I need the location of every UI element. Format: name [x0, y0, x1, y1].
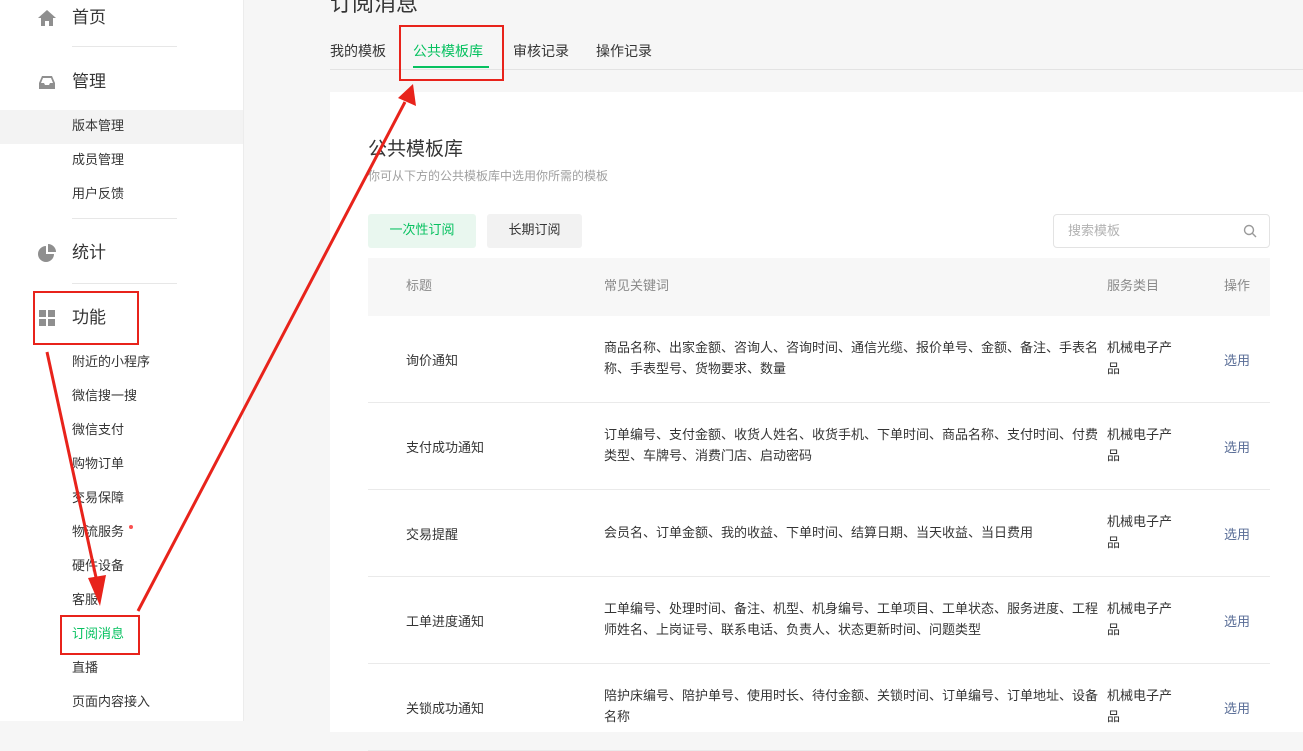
row-keywords: 工单编号、处理时间、备注、机型、机身编号、工单项目、工单状态、服务进度、工程师姓… [604, 602, 1099, 638]
annotation-box-features [33, 291, 139, 345]
tab-operation-records[interactable]: 操作记录 [596, 35, 652, 69]
sidebar-item-feedback[interactable]: 用户反馈 [72, 178, 124, 212]
table-header: 标题 常见关键词 服务类目 操作 [368, 258, 1270, 316]
tab-my-templates[interactable]: 我的模板 [330, 35, 386, 69]
sidebar-item-label: 统计 [72, 243, 106, 263]
row-category: 机械电子产品 [1107, 515, 1173, 551]
column-header-title: 标题 [406, 279, 433, 294]
table-row: 工单进度通知 工单编号、处理时间、备注、机型、机身编号、工单项目、工单状态、服务… [368, 577, 1270, 664]
table-row: 询价通知 商品名称、出家金额、咨询人、咨询时间、通信光缆、报价单号、金额、备注、… [368, 316, 1270, 403]
sidebar-item-home[interactable]: 首页 [0, 0, 243, 38]
row-category: 机械电子产品 [1107, 428, 1173, 464]
search-box [1053, 214, 1270, 248]
row-title: 关锁成功通知 [406, 701, 485, 717]
sidebar-item-label: 首页 [72, 8, 106, 28]
row-title: 支付成功通知 [406, 440, 485, 456]
card-title: 公共模板库 [368, 138, 464, 160]
sidebar-item-content[interactable]: 页面内容接入 [72, 686, 150, 720]
select-link[interactable]: 选用 [1224, 577, 1250, 663]
sidebar: 首页 管理 版本管理 成员管理 用户反馈 统计 功能 附近的小程序 微信搜一搜 … [0, 0, 244, 721]
search-input[interactable] [1054, 215, 1248, 247]
page-title: 订阅消息 [330, 0, 419, 17]
tab-review-records[interactable]: 审核记录 [513, 35, 569, 69]
select-link[interactable]: 选用 [1224, 316, 1250, 402]
sidebar-item-logistics[interactable]: 物流服务 [72, 516, 124, 550]
divider [72, 218, 177, 219]
sidebar-item-pay[interactable]: 微信支付 [72, 414, 124, 448]
row-title: 工单进度通知 [406, 614, 485, 630]
sidebar-item-trade[interactable]: 交易保障 [72, 482, 124, 516]
inbox-icon [39, 76, 55, 89]
select-link[interactable]: 选用 [1224, 490, 1250, 576]
sidebar-item-hardware[interactable]: 硬件设备 [72, 550, 124, 584]
sidebar-item-live[interactable]: 直播 [72, 652, 98, 686]
pie-chart-icon [38, 244, 56, 262]
table-row: 交易提醒 会员名、订单金额、我的收益、下单时间、结算日期、当天收益、当日费用 机… [368, 490, 1270, 577]
sidebar-item-stats[interactable]: 统计 [0, 233, 243, 273]
new-badge-dot [129, 525, 133, 529]
select-link[interactable]: 选用 [1224, 403, 1250, 489]
divider [72, 283, 177, 284]
home-icon [38, 10, 56, 26]
row-keywords: 会员名、订单金额、我的收益、下单时间、结算日期、当天收益、当日费用 [604, 525, 1034, 541]
sidebar-item-version[interactable]: 版本管理 [72, 110, 124, 144]
row-category: 机械电子产品 [1107, 689, 1173, 725]
table-row: 支付成功通知 订单编号、支付金额、收货人姓名、收货手机、下单时间、商品名称、支付… [368, 403, 1270, 490]
annotation-box-public-tab [399, 25, 504, 81]
long-term-subscribe-button[interactable]: 长期订阅 [487, 214, 582, 248]
one-time-subscribe-button[interactable]: 一次性订阅 [368, 214, 476, 248]
row-keywords: 陪护床编号、陪护单号、使用时长、待付金额、关锁时间、订单编号、订单地址、设备名称 [604, 689, 1099, 725]
column-header-action: 操作 [1224, 279, 1251, 294]
row-title: 询价通知 [406, 353, 459, 369]
column-header-keywords: 常见关键词 [604, 279, 670, 294]
sidebar-item-nearby[interactable]: 附近的小程序 [72, 346, 150, 380]
sidebar-item-manage[interactable]: 管理 [0, 62, 243, 102]
search-icon[interactable] [1243, 224, 1257, 238]
sidebar-item-orders[interactable]: 购物订单 [72, 448, 124, 482]
row-title: 交易提醒 [406, 527, 459, 543]
card-description: 你可从下方的公共模板库中选用你所需的模板 [368, 169, 609, 183]
row-category: 机械电子产品 [1107, 602, 1173, 638]
divider [72, 46, 177, 47]
row-keywords: 商品名称、出家金额、咨询人、咨询时间、通信光缆、报价单号、金额、备注、手表名称、… [604, 341, 1099, 377]
sidebar-item-search[interactable]: 微信搜一搜 [72, 380, 137, 414]
content-card: 公共模板库 你可从下方的公共模板库中选用你所需的模板 一次性订阅 长期订阅 标题… [330, 92, 1303, 751]
sidebar-item-service[interactable]: 客服 [72, 584, 98, 618]
row-keywords: 订单编号、支付金额、收货人姓名、收货手机、下单时间、商品名称、支付时间、付费类型… [604, 428, 1099, 464]
sidebar-item-members[interactable]: 成员管理 [72, 144, 124, 178]
table-row: 关锁成功通知 陪护床编号、陪护单号、使用时长、待付金额、关锁时间、订单编号、订单… [368, 664, 1270, 751]
row-category: 机械电子产品 [1107, 341, 1173, 377]
annotation-box-subscribe [60, 615, 140, 655]
select-link[interactable]: 选用 [1224, 664, 1250, 750]
column-header-category: 服务类目 [1107, 279, 1160, 294]
sidebar-item-label: 管理 [72, 72, 106, 92]
